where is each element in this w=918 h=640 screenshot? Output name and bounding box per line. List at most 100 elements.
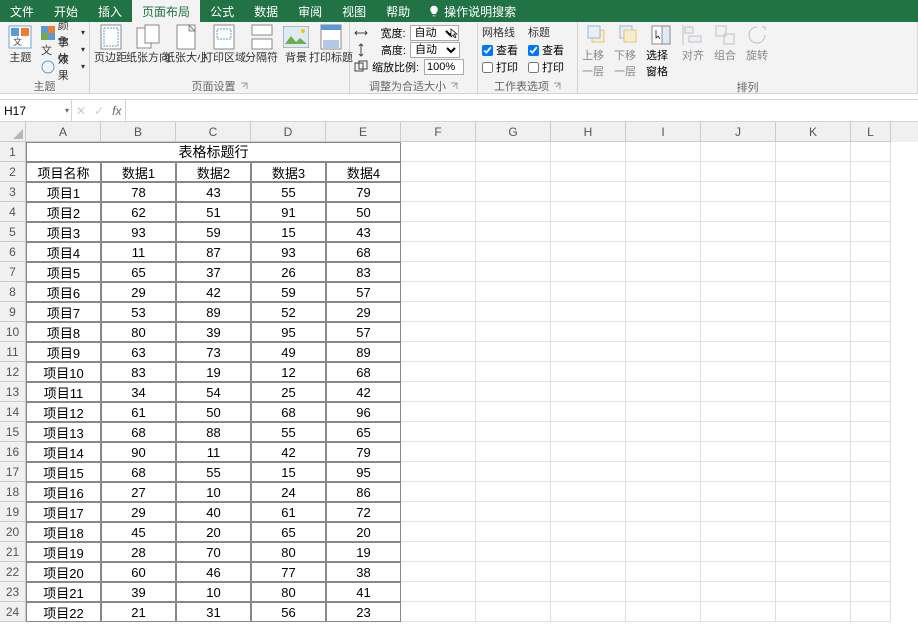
cell[interactable]: 数据2 xyxy=(176,162,251,182)
cell[interactable] xyxy=(776,382,851,402)
cell[interactable] xyxy=(701,562,776,582)
cell[interactable]: 41 xyxy=(326,582,401,602)
cell[interactable] xyxy=(476,362,551,382)
cell[interactable] xyxy=(401,382,476,402)
cell[interactable]: 29 xyxy=(326,302,401,322)
cell[interactable] xyxy=(551,162,626,182)
cell[interactable] xyxy=(776,302,851,322)
cell[interactable] xyxy=(851,382,891,402)
cell[interactable]: 59 xyxy=(176,222,251,242)
row-header[interactable]: 5 xyxy=(0,222,26,242)
cell[interactable]: 15 xyxy=(251,222,326,242)
rotate-button[interactable]: 旋转 xyxy=(742,24,772,63)
headings-print-checkbox[interactable]: 打印 xyxy=(528,59,564,75)
cell[interactable] xyxy=(401,322,476,342)
cell[interactable]: 40 xyxy=(176,502,251,522)
cell[interactable]: 项目10 xyxy=(26,362,101,382)
cell[interactable] xyxy=(476,382,551,402)
cell[interactable] xyxy=(851,602,891,622)
cell[interactable] xyxy=(401,562,476,582)
cell[interactable] xyxy=(551,182,626,202)
cell[interactable]: 65 xyxy=(326,422,401,442)
cell[interactable] xyxy=(401,582,476,602)
cell[interactable] xyxy=(701,442,776,462)
tell-me-search[interactable]: 操作说明搜索 xyxy=(420,0,524,22)
cell[interactable] xyxy=(851,322,891,342)
dialog-launcher-icon[interactable] xyxy=(240,82,248,90)
column-header[interactable]: H xyxy=(551,122,626,142)
cell[interactable] xyxy=(476,502,551,522)
cell[interactable] xyxy=(551,142,626,162)
cell[interactable] xyxy=(626,142,701,162)
cell[interactable] xyxy=(851,462,891,482)
cell[interactable]: 54 xyxy=(176,382,251,402)
cell[interactable] xyxy=(626,402,701,422)
cell[interactable]: 68 xyxy=(326,242,401,262)
cell[interactable]: 73 xyxy=(176,342,251,362)
cell[interactable] xyxy=(476,562,551,582)
cell[interactable] xyxy=(776,222,851,242)
print-area-button[interactable]: 打印区域 xyxy=(207,24,241,64)
column-header[interactable]: K xyxy=(776,122,851,142)
cell[interactable] xyxy=(626,342,701,362)
cell[interactable] xyxy=(476,202,551,222)
cell[interactable] xyxy=(776,262,851,282)
cell[interactable]: 19 xyxy=(326,542,401,562)
row-header[interactable]: 15 xyxy=(0,422,26,442)
cell[interactable]: 63 xyxy=(101,342,176,362)
formula-input[interactable] xyxy=(126,100,918,121)
cell[interactable]: 61 xyxy=(251,502,326,522)
cell[interactable] xyxy=(626,282,701,302)
tab-insert[interactable]: 插入 xyxy=(88,0,132,22)
cell[interactable] xyxy=(851,402,891,422)
cell[interactable] xyxy=(551,202,626,222)
cell[interactable] xyxy=(776,362,851,382)
margins-button[interactable]: 页边距 xyxy=(94,24,127,64)
cell[interactable]: 表格标题行 xyxy=(176,142,251,162)
cell[interactable] xyxy=(401,402,476,422)
cell[interactable] xyxy=(701,522,776,542)
cell[interactable] xyxy=(851,222,891,242)
cell[interactable] xyxy=(476,542,551,562)
size-button[interactable]: 纸张大小 xyxy=(169,24,203,64)
gridlines-view-checkbox[interactable]: 查看 xyxy=(482,42,518,58)
cell[interactable]: 项目22 xyxy=(26,602,101,622)
column-header[interactable]: F xyxy=(401,122,476,142)
column-header[interactable]: A xyxy=(26,122,101,142)
cell[interactable] xyxy=(551,342,626,362)
cell[interactable]: 项目20 xyxy=(26,562,101,582)
row-header[interactable]: 4 xyxy=(0,202,26,222)
cancel-icon[interactable]: ✕ xyxy=(76,104,86,118)
cell[interactable]: 93 xyxy=(101,222,176,242)
enter-icon[interactable]: ✓ xyxy=(94,104,104,118)
cell[interactable] xyxy=(476,302,551,322)
cell[interactable] xyxy=(701,502,776,522)
cell[interactable] xyxy=(626,322,701,342)
cell[interactable] xyxy=(551,322,626,342)
cell[interactable] xyxy=(476,322,551,342)
selection-pane-button[interactable]: 选择窗格 xyxy=(646,24,676,79)
cell[interactable]: 19 xyxy=(176,362,251,382)
tab-page-layout[interactable]: 页面布局 xyxy=(132,0,200,22)
cell[interactable]: 11 xyxy=(176,442,251,462)
cell[interactable] xyxy=(551,602,626,622)
cell[interactable] xyxy=(776,182,851,202)
cell[interactable]: 项目21 xyxy=(26,582,101,602)
cell[interactable] xyxy=(776,542,851,562)
cell[interactable] xyxy=(851,482,891,502)
cell[interactable]: 51 xyxy=(176,202,251,222)
cell[interactable] xyxy=(701,222,776,242)
cell[interactable] xyxy=(551,502,626,522)
cell[interactable] xyxy=(551,422,626,442)
row-header[interactable]: 9 xyxy=(0,302,26,322)
dialog-launcher-icon[interactable] xyxy=(450,82,458,90)
group-button[interactable]: 组合 xyxy=(710,24,740,63)
row-header[interactable]: 13 xyxy=(0,382,26,402)
cell[interactable] xyxy=(476,602,551,622)
cell[interactable] xyxy=(776,282,851,302)
row-header[interactable]: 23 xyxy=(0,582,26,602)
cell[interactable]: 55 xyxy=(251,182,326,202)
cell[interactable]: 68 xyxy=(101,422,176,442)
cell[interactable]: 项目14 xyxy=(26,442,101,462)
cell[interactable] xyxy=(401,242,476,262)
